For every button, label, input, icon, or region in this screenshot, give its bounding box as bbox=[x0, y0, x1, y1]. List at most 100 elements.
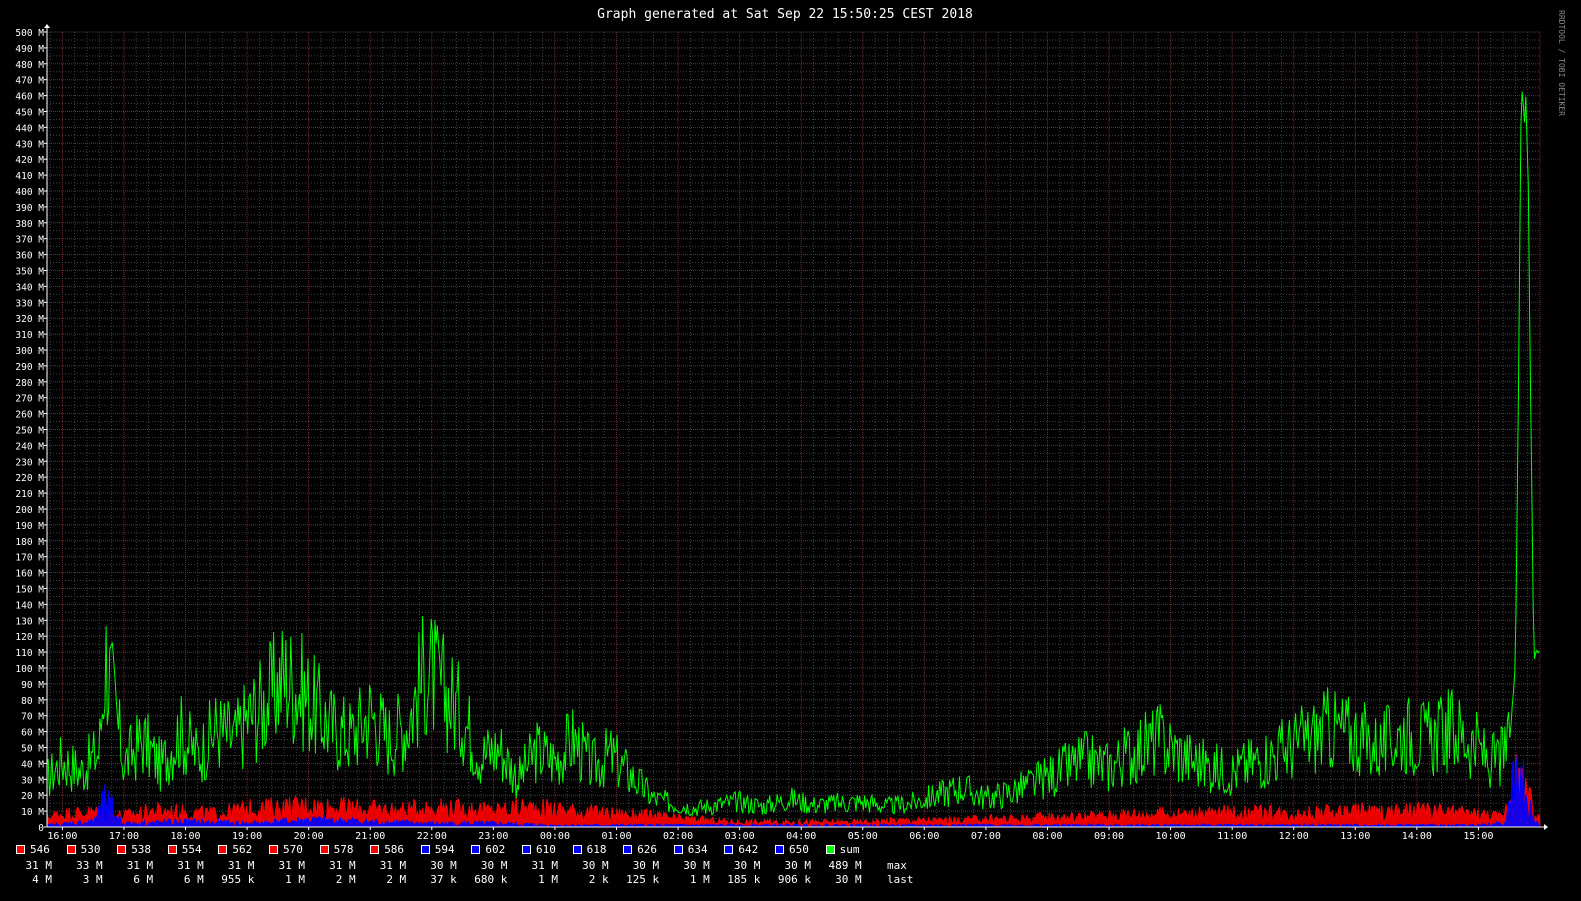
legend-item: 626 bbox=[623, 843, 657, 856]
legend-last-value: 37 k bbox=[430, 873, 457, 886]
legend-max-value: 31 M bbox=[227, 859, 255, 872]
x-tick-label: 01:00 bbox=[601, 831, 631, 842]
legend-swatch bbox=[724, 845, 734, 854]
y-tick-label: 260 M bbox=[15, 410, 44, 421]
y-tick-label: 470 M bbox=[15, 76, 44, 87]
legend-label: 554 bbox=[181, 843, 202, 856]
legend-max-value: 30 M bbox=[430, 859, 457, 872]
y-tick-label: 190 M bbox=[15, 521, 44, 532]
legend-label: sum bbox=[839, 843, 860, 856]
x-tick-label: 09:00 bbox=[1094, 831, 1124, 842]
legend-item: 570 bbox=[269, 843, 303, 856]
legend-max-value: 33 M bbox=[76, 859, 103, 872]
y-tick-label: 140 M bbox=[15, 600, 44, 611]
x-tick-label: 05:00 bbox=[848, 831, 878, 842]
legend-last-value: 680 k bbox=[474, 873, 508, 886]
x-tick-label: 21:00 bbox=[355, 831, 385, 842]
x-axis-arrow bbox=[1544, 824, 1548, 830]
y-tick-label: 270 M bbox=[15, 394, 44, 405]
rrd-graph: Graph generated at Sat Sep 22 15:50:25 C… bbox=[15, 7, 1566, 842]
y-tick-label: 180 M bbox=[15, 537, 44, 548]
y-tick-label: 410 M bbox=[15, 171, 44, 182]
legend-last-value: 2 M bbox=[386, 873, 407, 886]
y-tick-label: 330 M bbox=[15, 298, 44, 309]
legend-swatch bbox=[825, 845, 835, 854]
legend-label: 594 bbox=[434, 843, 455, 856]
row-label-max: max bbox=[887, 859, 907, 872]
legend-label: 618 bbox=[586, 843, 607, 856]
x-tick-label: 10:00 bbox=[1156, 831, 1186, 842]
legend-last-value: 3 M bbox=[82, 873, 103, 886]
x-tick-label: 13:00 bbox=[1340, 831, 1370, 842]
y-tick-label: 360 M bbox=[15, 251, 44, 262]
legend-last-value: 2 M bbox=[335, 873, 356, 886]
legend-max-value: 31 M bbox=[177, 859, 204, 872]
y-tick-label: 280 M bbox=[15, 378, 44, 389]
legend-last-value: 6 M bbox=[183, 873, 204, 886]
y-tick-label: 370 M bbox=[15, 235, 44, 246]
y-tick-label: 240 M bbox=[15, 441, 44, 452]
legend-swatch bbox=[66, 845, 76, 854]
y-tick-label: 80 M bbox=[21, 696, 44, 707]
legend-label: 570 bbox=[283, 843, 303, 856]
plot-area bbox=[46, 91, 1541, 829]
y-tick-label: 90 M bbox=[21, 680, 44, 691]
legend-item: 530 bbox=[66, 843, 100, 856]
y-tick-label: 290 M bbox=[15, 362, 44, 373]
legend-swatch bbox=[167, 845, 177, 854]
legend-max-value: 31 M bbox=[329, 859, 356, 872]
grid bbox=[47, 31, 1541, 828]
legend-item: 562 bbox=[218, 843, 252, 856]
legend-last-value: 185 k bbox=[727, 873, 761, 886]
legend-last-value: 125 k bbox=[626, 873, 660, 886]
legend-swatch bbox=[623, 845, 633, 854]
legend-item: 642 bbox=[724, 843, 758, 856]
y-tick-label: 110 M bbox=[15, 648, 44, 659]
legend-label: 626 bbox=[637, 843, 658, 856]
x-tick-label: 16:00 bbox=[47, 831, 77, 842]
y-tick-label: 460 M bbox=[15, 92, 44, 103]
legend-label: 602 bbox=[485, 843, 506, 856]
series-area bbox=[46, 753, 1541, 828]
y-tick-label: 170 M bbox=[15, 553, 44, 564]
legend-swatch bbox=[471, 845, 481, 854]
legend-swatch bbox=[673, 845, 683, 854]
y-axis: 0 10 M 20 M 30 M 40 M 50 M 60 M 70 M 80 M 90 M 100… bbox=[15, 28, 47, 834]
x-tick-label: 18:00 bbox=[170, 831, 200, 842]
legend-item: 602 bbox=[471, 843, 505, 856]
y-tick-label: 420 M bbox=[15, 155, 44, 166]
y-tick-label: 100 M bbox=[15, 664, 44, 675]
x-tick-label: 08:00 bbox=[1032, 831, 1062, 842]
y-tick-label: 320 M bbox=[15, 314, 44, 325]
x-tick-label: 11:00 bbox=[1217, 831, 1247, 842]
y-tick-label: 50 M bbox=[21, 744, 44, 755]
x-tick-label: 06:00 bbox=[909, 831, 939, 842]
x-tick-label: 22:00 bbox=[417, 831, 447, 842]
chart-title: Graph generated at Sat Sep 22 15:50:25 C… bbox=[597, 7, 973, 22]
legend-item: 610 bbox=[522, 843, 556, 856]
legend-max-value: 31 M bbox=[379, 859, 407, 872]
y-tick-label: 500 M bbox=[15, 28, 44, 39]
row-label-last: last bbox=[887, 873, 914, 886]
legend-max-value: 31 M bbox=[25, 859, 53, 872]
legend-max-value: 30 M bbox=[480, 859, 508, 872]
y-tick-label: 300 M bbox=[15, 346, 44, 357]
legend-max-value: 31 M bbox=[126, 859, 154, 872]
legend-item: sum bbox=[825, 843, 860, 856]
x-tick-label: 20:00 bbox=[294, 831, 324, 842]
y-axis-arrow bbox=[44, 24, 50, 28]
legend-swatch bbox=[370, 845, 380, 854]
legend-item: 538 bbox=[117, 843, 151, 856]
y-tick-label: 120 M bbox=[15, 632, 44, 643]
legend-label: 650 bbox=[789, 843, 809, 856]
legend-swatch bbox=[269, 845, 278, 854]
legend-item: 578 bbox=[319, 843, 353, 856]
y-tick-label: 490 M bbox=[15, 44, 44, 55]
legend-swatch bbox=[218, 845, 228, 854]
x-tick-label: 04:00 bbox=[786, 831, 816, 842]
legend-label: 642 bbox=[738, 843, 759, 856]
legend-max-value: 30 M bbox=[632, 859, 660, 872]
y-tick-label: 130 M bbox=[15, 616, 44, 627]
y-tick-label: 310 M bbox=[15, 330, 44, 341]
y-tick-label: 440 M bbox=[15, 123, 44, 134]
